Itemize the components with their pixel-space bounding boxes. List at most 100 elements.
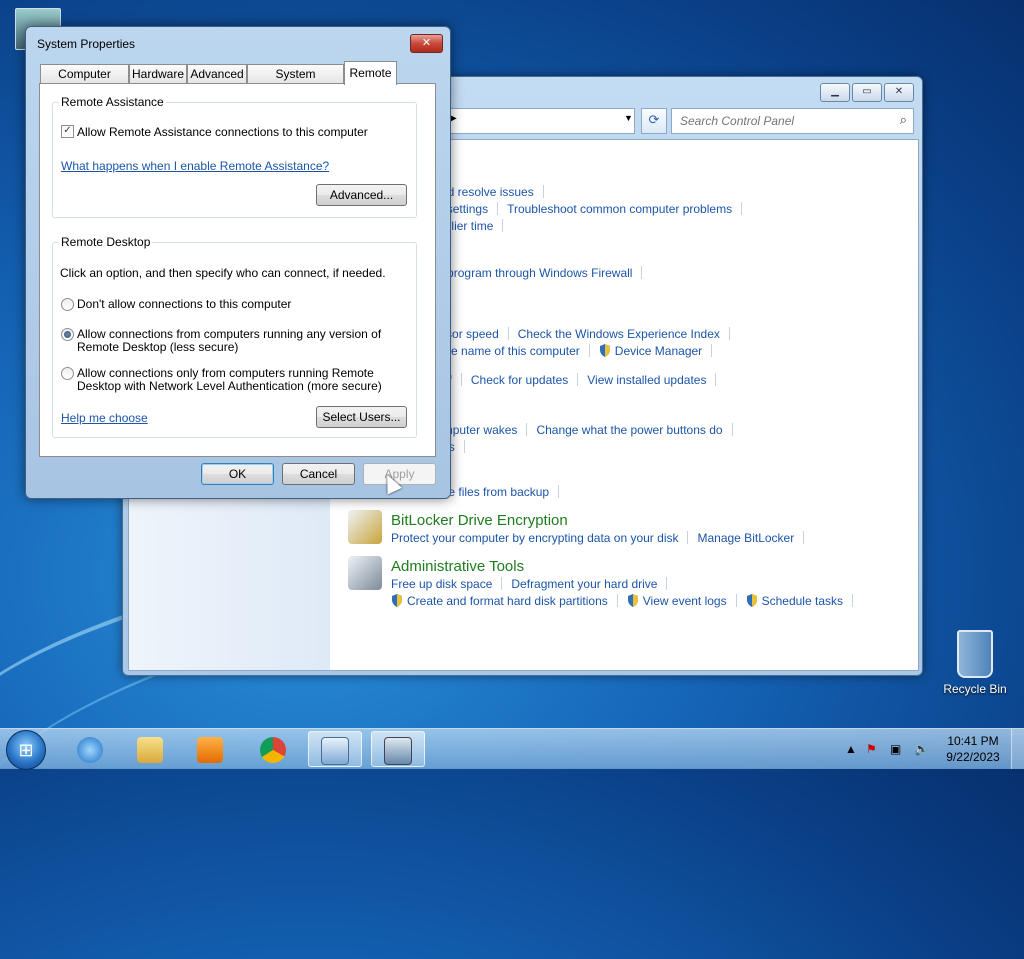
- maximize-button[interactable]: ▭: [852, 83, 882, 102]
- link-separator: [502, 219, 504, 232]
- help-me-choose-link[interactable]: Help me choose: [61, 411, 148, 425]
- taskbar-internet-explorer[interactable]: [63, 731, 117, 767]
- uac-shield-icon: [391, 594, 403, 607]
- remote-desktop-group: Remote Desktop Click an option, and then…: [52, 235, 417, 438]
- category-task-link[interactable]: View event logs: [643, 594, 727, 608]
- link-separator: [526, 423, 528, 436]
- advanced-button[interactable]: Advanced...: [316, 184, 407, 206]
- volume-muted-icon[interactable]: 🔈: [914, 742, 929, 756]
- category-task-link[interactable]: Device Manager: [615, 344, 702, 358]
- chevron-down-icon[interactable]: ▼: [624, 113, 633, 123]
- taskbar-system-properties[interactable]: [371, 731, 425, 767]
- link-separator: [577, 373, 579, 386]
- show-hidden-icons-icon[interactable]: ▲: [845, 742, 857, 756]
- tab-computer-name[interactable]: Computer Name: [40, 64, 129, 100]
- category-task-link[interactable]: Defragment your hard drive: [511, 577, 657, 591]
- link-separator: [616, 594, 618, 607]
- link-separator: [741, 202, 743, 215]
- link-separator: [497, 202, 499, 215]
- link-separator: [641, 266, 643, 279]
- windows-logo-icon: ⊞: [18, 740, 34, 760]
- category-task-link[interactable]: View installed updates: [587, 373, 706, 387]
- taskbar-file-explorer[interactable]: [123, 731, 177, 767]
- category-task-link[interactable]: Schedule tasks: [762, 594, 843, 608]
- network-icon[interactable]: ▣: [890, 742, 901, 756]
- category-task-link[interactable]: Change what the power buttons do: [536, 423, 722, 437]
- remote-assistance-checkbox-label[interactable]: Allow Remote Assistance connections to t…: [77, 125, 368, 139]
- radio-allow-any-version-label-2[interactable]: Remote Desktop (less secure): [77, 340, 238, 354]
- remote-assistance-help-link[interactable]: What happens when I enable Remote Assist…: [61, 159, 329, 173]
- remote-assistance-group: Remote Assistance ✓ Allow Remote Assista…: [52, 95, 417, 218]
- group-title: Remote Assistance: [59, 95, 166, 109]
- start-button[interactable]: ⊞: [6, 730, 46, 770]
- uac-shield-icon: [746, 594, 758, 607]
- link-separator: [728, 327, 730, 340]
- uac-shield-icon: [599, 344, 611, 357]
- radio-allow-any-version-label[interactable]: Allow connections from computers running…: [77, 327, 381, 341]
- radio-allow-any-version[interactable]: [61, 328, 74, 341]
- radio-allow-nla-only-label[interactable]: Allow connections only from computers ru…: [77, 366, 374, 380]
- recycle-bin-icon: [957, 630, 993, 678]
- link-separator: [852, 594, 853, 607]
- tab-hardware[interactable]: Hardware: [129, 64, 187, 84]
- chrome-icon: [260, 736, 286, 763]
- link-separator: [463, 440, 465, 453]
- select-users-button[interactable]: Select Users...: [316, 406, 407, 428]
- minimize-button[interactable]: ▁: [820, 83, 850, 102]
- link-separator: [715, 373, 717, 386]
- radio-dont-allow[interactable]: [61, 298, 74, 311]
- search-input[interactable]: [678, 110, 887, 132]
- link-separator: [507, 327, 509, 340]
- system-properties-dialog: System Properties ✕ Computer Name Hardwa…: [25, 26, 451, 499]
- desktop-icon-recycle-bin[interactable]: Recycle Bin: [940, 630, 1010, 696]
- link-separator: [687, 531, 689, 544]
- link-separator: [803, 531, 805, 544]
- remote-assistance-checkbox[interactable]: ✓: [61, 125, 74, 138]
- taskbar-chrome[interactable]: [246, 731, 300, 767]
- search-box[interactable]: ⌕: [671, 108, 914, 134]
- bitlocker-keys-icon[interactable]: [348, 510, 382, 544]
- tab-system-protection[interactable]: System Protection: [247, 64, 344, 100]
- radio-dont-allow-label[interactable]: Don't allow connections to this computer: [77, 297, 291, 311]
- category-task-link[interactable]: Check for updates: [471, 373, 568, 387]
- uac-shield-icon: [627, 594, 639, 607]
- remote-desktop-instruction: Click an option, and then specify who ca…: [60, 266, 386, 280]
- link-separator: [735, 594, 737, 607]
- cancel-button[interactable]: Cancel: [282, 463, 355, 485]
- link-separator: [542, 185, 544, 198]
- category-task-link[interactable]: Create and format hard disk partitions: [407, 594, 608, 608]
- category-task-link[interactable]: Manage BitLocker: [697, 531, 794, 545]
- category-task-link[interactable]: Troubleshoot common computer problems: [507, 202, 732, 216]
- link-separator: [558, 485, 560, 498]
- category-task-link[interactable]: Protect your computer by encrypting data…: [391, 531, 678, 545]
- category-title[interactable]: BitLocker Drive Encryption: [391, 512, 568, 529]
- show-desktop-button[interactable]: [1011, 729, 1024, 769]
- ok-button[interactable]: OK: [201, 463, 274, 485]
- category-task-link[interactable]: Free up disk space: [391, 577, 492, 591]
- radio-allow-nla-only[interactable]: [61, 367, 74, 380]
- system-clock[interactable]: 10:41 PM 9/22/2023: [940, 733, 1006, 765]
- taskbar-media-player[interactable]: [183, 731, 237, 767]
- link-separator: [501, 577, 503, 590]
- category-title[interactable]: Administrative Tools: [391, 558, 524, 575]
- tab-remote[interactable]: Remote: [344, 61, 397, 85]
- clock-date: 9/22/2023: [946, 750, 1000, 764]
- dialog-title: System Properties: [37, 37, 136, 51]
- link-separator: [588, 344, 590, 357]
- media-player-icon: [197, 736, 223, 763]
- category-links-row: Protect your computer by encrypting data…: [391, 531, 813, 545]
- folder-icon: [137, 736, 163, 763]
- search-icon[interactable]: ⌕: [900, 112, 907, 128]
- link-separator: [460, 373, 462, 386]
- close-button[interactable]: ✕: [884, 83, 914, 102]
- dialog-close-button[interactable]: ✕: [410, 34, 443, 53]
- action-center-flag-icon[interactable]: ⚑: [866, 742, 877, 756]
- taskbar: ⊞ ▲ ⚑ ▣ 🔈 10:41 PM 9/22/2023: [0, 728, 1024, 770]
- tab-advanced[interactable]: Advanced: [187, 64, 247, 84]
- administrative-tools-icon[interactable]: [348, 556, 382, 590]
- radio-allow-nla-only-label-2[interactable]: Desktop with Network Level Authenticatio…: [77, 379, 382, 393]
- desktop-icon-label: Recycle Bin: [943, 682, 1007, 696]
- taskbar-control-panel[interactable]: [308, 731, 362, 767]
- category-task-link[interactable]: Check the Windows Experience Index: [518, 327, 720, 341]
- refresh-button[interactable]: ⟳: [641, 108, 667, 134]
